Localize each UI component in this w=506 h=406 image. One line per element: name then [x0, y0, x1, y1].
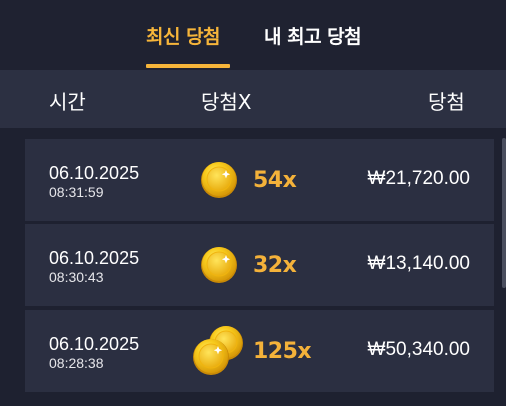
row-date: 06.10.2025	[49, 163, 140, 183]
tab-my-top-wins[interactable]: 내 최고 당첨	[264, 22, 362, 49]
table-header: 시간 당첨X 당첨	[0, 70, 506, 128]
column-header-time: 시간	[49, 90, 86, 114]
row-multiplier: 125x	[253, 339, 312, 364]
table-row: 06.10.2025 08:31:59 54x ₩21,720.00	[25, 139, 494, 221]
scrollbar[interactable]	[502, 138, 506, 288]
column-header-multiplier: 당첨X	[201, 90, 252, 114]
table-row: 06.10.2025 08:28:38 125x ₩50,340.00	[25, 310, 494, 392]
tab-latest-wins[interactable]: 최신 당첨	[146, 22, 221, 49]
row-multiplier: 54x	[253, 168, 297, 193]
active-tab-indicator	[146, 64, 230, 68]
coin-icon	[201, 162, 237, 198]
table-row: 06.10.2025 08:30:43 32x ₩13,140.00	[25, 224, 494, 306]
row-amount: ₩13,140.00	[367, 253, 470, 274]
coin-icon	[201, 247, 237, 283]
wins-list[interactable]: 06.10.2025 08:31:59 54x ₩21,720.00 06.10…	[0, 128, 506, 406]
row-date: 06.10.2025	[49, 334, 140, 354]
row-time: 08:28:38	[49, 355, 104, 371]
tab-bar: 최신 당첨 내 최고 당첨	[0, 0, 506, 70]
double-coin-icon	[193, 326, 243, 375]
row-multiplier: 32x	[253, 253, 297, 278]
row-time: 08:31:59	[49, 184, 104, 200]
row-time: 08:30:43	[49, 269, 104, 285]
row-date: 06.10.2025	[49, 248, 140, 268]
row-amount: ₩50,340.00	[367, 339, 470, 360]
column-header-win: 당첨	[428, 90, 465, 114]
row-amount: ₩21,720.00	[367, 168, 470, 189]
